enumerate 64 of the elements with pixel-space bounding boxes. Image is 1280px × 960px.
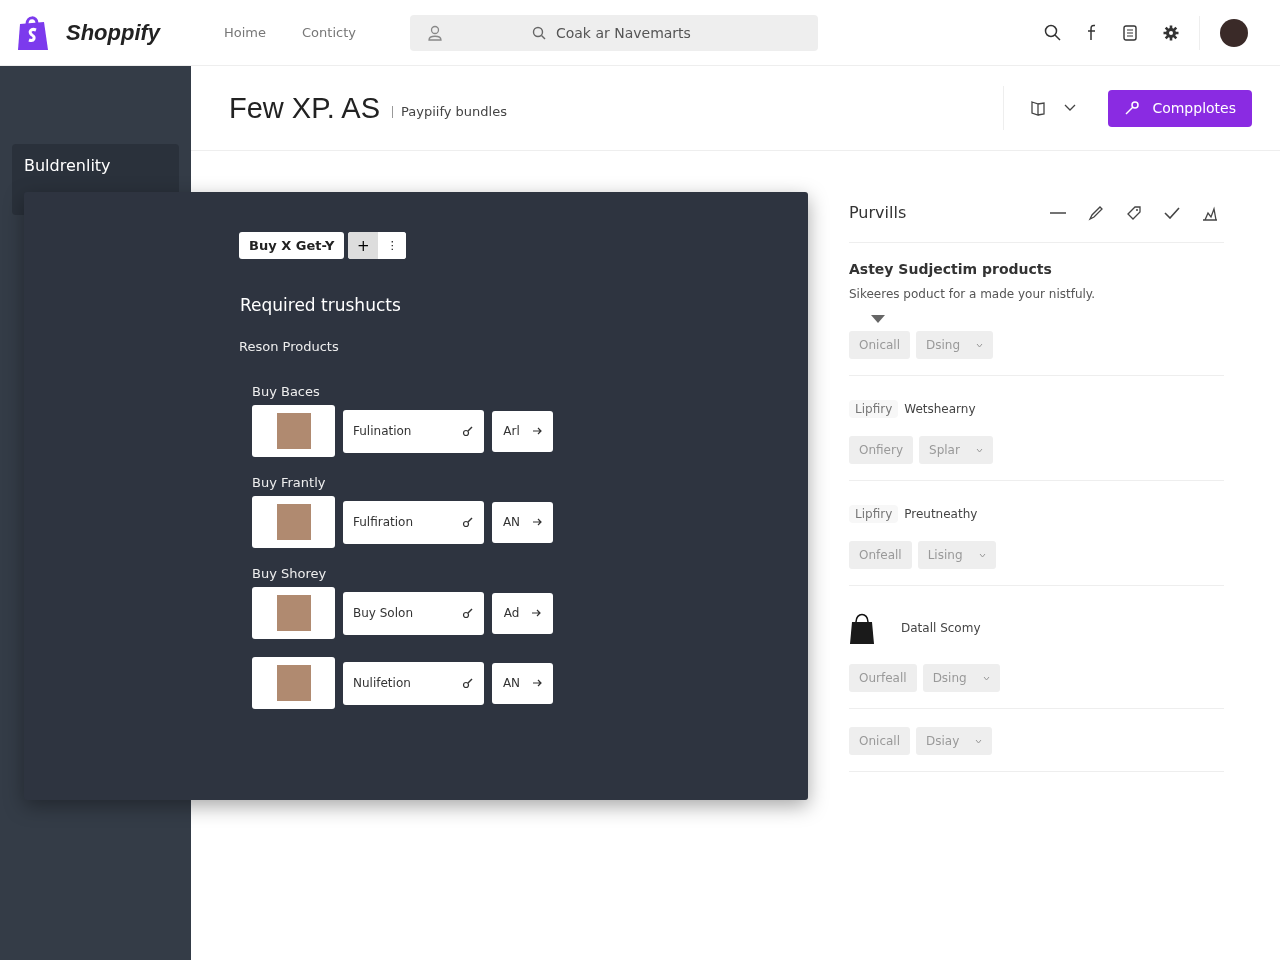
arrow-right-icon — [532, 518, 543, 526]
key-icon — [462, 516, 474, 528]
search-input[interactable]: Coak ar Navemarts — [553, 23, 758, 42]
book-icon[interactable] — [1030, 100, 1047, 116]
chevron-down-icon — [975, 738, 983, 744]
settings-icon[interactable] — [1163, 24, 1179, 41]
product-field[interactable]: Nulifetion — [343, 661, 484, 705]
pencil-icon[interactable] — [1088, 204, 1104, 221]
avatar[interactable] — [1220, 18, 1248, 47]
section-description: Sikeeres poduct for a made your nistfuly. — [849, 287, 1097, 301]
section-title: Astey Sudjectim products — [849, 261, 1053, 277]
chevron-down-icon[interactable] — [1064, 104, 1077, 112]
item-name: Wetshearny — [904, 402, 976, 416]
minus-icon[interactable] — [1050, 210, 1066, 215]
action-button[interactable]: Ad — [492, 592, 553, 634]
person-icon — [427, 24, 442, 41]
f-letter-icon[interactable] — [1087, 24, 1097, 41]
panel-title: Purvills — [849, 203, 907, 222]
dialog-heading: Required trushucts — [240, 295, 402, 315]
item-name: Preutneathy — [904, 507, 978, 521]
page-title: Few XP. AS — [229, 91, 380, 125]
offer-tag: Buy X Get-Y — [239, 232, 345, 259]
search-bar[interactable]: Coak ar Navemarts — [409, 14, 818, 51]
item-name: Datall Scomy — [901, 621, 981, 635]
brand-name: Shoppify — [66, 19, 161, 46]
action-button[interactable]: Arl — [492, 410, 553, 452]
arrow-right-icon — [531, 427, 542, 435]
chevron-down-icon — [976, 342, 984, 348]
action-button[interactable]: AN — [492, 662, 553, 704]
product-label: Buy Baces — [252, 384, 321, 399]
product-label: Buy Frantly — [252, 475, 327, 490]
action-button[interactable]: AN — [492, 501, 553, 543]
shopping-bag-logo-icon — [16, 13, 50, 52]
document-icon[interactable] — [1123, 24, 1137, 41]
nav-link[interactable]: Conticty — [302, 25, 356, 40]
product-field[interactable]: Buy Solon — [343, 591, 484, 635]
key-icon — [462, 425, 474, 437]
key-icon — [462, 607, 474, 619]
tag-icon[interactable] — [1126, 204, 1142, 221]
chevron-down-icon — [978, 552, 986, 558]
photo-placeholder — [276, 413, 311, 449]
wand-icon — [1124, 100, 1141, 116]
chevron-down-icon — [975, 447, 983, 453]
tag: Lipfiry — [849, 505, 899, 523]
nav-link[interactable]: Hoime — [224, 25, 266, 40]
arrow-right-icon — [531, 609, 542, 617]
add-button[interactable]: + — [348, 232, 379, 259]
tag: Lipfiry — [849, 400, 899, 418]
product-label: Buy Shorey — [252, 566, 328, 581]
photo-placeholder — [276, 595, 311, 631]
primary-button[interactable]: Compplotes — [1108, 89, 1252, 127]
triangle-down-icon[interactable] — [871, 315, 885, 323]
photo-placeholder — [276, 504, 311, 540]
photo-placeholder — [276, 665, 311, 701]
key-icon — [462, 677, 474, 689]
product-field[interactable]: Fulination — [343, 409, 484, 453]
check-icon[interactable] — [1164, 206, 1180, 219]
arrow-right-icon — [532, 679, 543, 687]
chevron-down-icon — [982, 675, 990, 681]
product-field[interactable]: Fulfiration — [343, 500, 484, 544]
page-subtitle: Paypiify bundles — [392, 106, 507, 118]
search-icon — [531, 25, 546, 40]
dialog-subheading: Reson Products — [239, 339, 340, 354]
search-icon[interactable] — [1044, 24, 1061, 41]
